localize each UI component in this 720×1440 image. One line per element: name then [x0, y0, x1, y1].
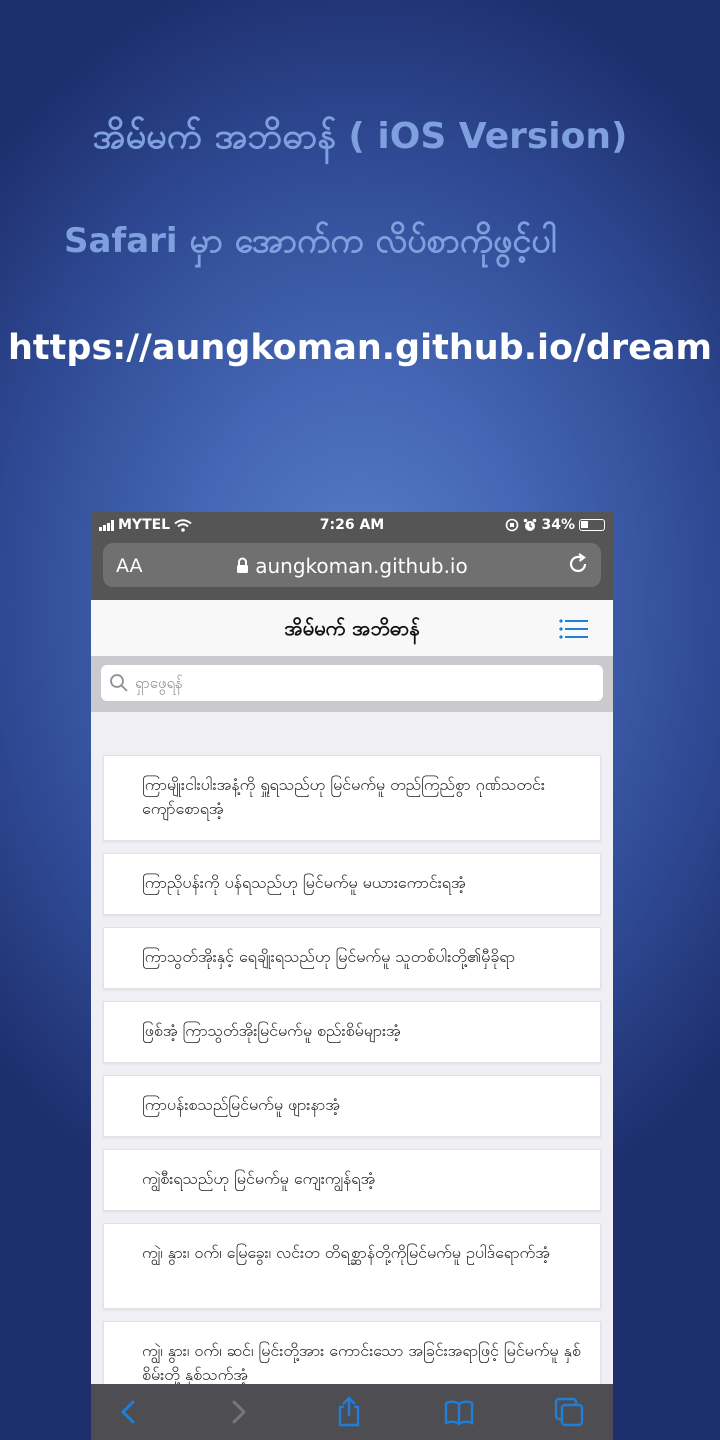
- list-item-text: ကျွဲ၊ နွား၊ ဝက်၊ မြေခွေး၊ လင်းတ တိရစ္ဆာန…: [142, 1243, 550, 1262]
- list-item-text: ကျွဲ၊ နွား၊ ဝက်၊ ဆင်၊ မြင်းတို့အား ကောင်…: [142, 1341, 581, 1384]
- list-item[interactable]: ကြာပန်းစသည်မြင်မက်မူ ဖျားနာအံ့: [103, 1075, 601, 1137]
- orientation-lock-icon: [506, 518, 519, 532]
- address-domain: aungkoman.github.io: [255, 554, 468, 578]
- browser-toolbar: [91, 1384, 613, 1440]
- alarm-icon: [524, 518, 537, 531]
- search-input[interactable]: [135, 671, 575, 695]
- phone-screenshot: MYTEL 7:26 AM 34% AA aungkoman.github.io…: [91, 512, 613, 1440]
- list-item[interactable]: ကျွဲ၊ နွား၊ ဝက်၊ မြေခွေး၊ လင်းတ တိရစ္ဆာန…: [103, 1223, 601, 1309]
- reload-icon[interactable]: [565, 551, 591, 577]
- page-title: အိမ်မက် အဘိဓာန်: [284, 616, 420, 640]
- list-item[interactable]: ကြာညိုပန်းကို ပန်ရသည်ဟု မြင်မက်မူ မယားကေ…: [103, 853, 601, 915]
- promo-url: https://aungkoman.github.io/dream: [8, 328, 712, 368]
- list-item-text: ဖြစ်အံ့ ကြာသွတ်အိုးမြင်မက်မူ စည်းစိမ်မျာ…: [142, 1021, 401, 1040]
- list-item-text: ကြာပန်းစသည်မြင်မက်မူ ဖျားနာအံ့: [142, 1095, 340, 1114]
- search-box[interactable]: [101, 665, 603, 701]
- list-item-text: ကြာညိုပန်းကို ပန်ရသည်ဟု မြင်မက်မူ မယားကေ…: [142, 873, 466, 892]
- forward-icon[interactable]: [222, 1396, 254, 1428]
- share-icon[interactable]: [333, 1396, 365, 1428]
- address-bar[interactable]: AA aungkoman.github.io: [103, 543, 601, 587]
- battery-percent: 34%: [541, 517, 575, 533]
- app-header: အိမ်မက် အဘိဓာန်: [91, 600, 613, 656]
- bookmarks-icon[interactable]: [443, 1396, 475, 1428]
- battery-icon: [579, 519, 605, 531]
- tabs-icon[interactable]: [553, 1396, 585, 1428]
- list-item-text: ကျွဲစီးရသည်ဟု မြင်မက်မူ ကျေးကျွန်ရအံ့: [142, 1169, 376, 1188]
- promo-subtitle: Safari မှာ အောက်က လိပ်စာကိုဖွင့်ပါ: [64, 221, 557, 261]
- search-icon: [110, 674, 128, 692]
- list-item[interactable]: ကျွဲစီးရသည်ဟု မြင်မက်မူ ကျေးကျွန်ရအံ့: [103, 1149, 601, 1211]
- list-item[interactable]: ဖြစ်အံ့ ကြာသွတ်အိုးမြင်မက်မူ စည်းစိမ်မျာ…: [103, 1001, 601, 1063]
- menu-icon[interactable]: [559, 618, 589, 640]
- lock-icon: [237, 557, 249, 573]
- browser-chrome: AA aungkoman.github.io: [91, 538, 613, 600]
- list-item-text: ကြာမျိုးငါးပါးအနံ့ကို ရှူရသည်ဟု မြင်မက်မ…: [142, 775, 545, 818]
- list-item[interactable]: ကြာသွတ်အိုးနှင့် ရေချိုးရသည်ဟု မြင်မက်မူ…: [103, 927, 601, 989]
- promo-title: အိမ်မက် အဘိဓာန် ( iOS Version): [92, 116, 628, 157]
- search-bar: [91, 656, 613, 712]
- list-item[interactable]: ကြာမျိုးငါးပါးအနံ့ကို ရှူရသည်ဟု မြင်မက်မ…: [103, 755, 601, 841]
- list-item-text: ကြာသွတ်အိုးနှင့် ရေချိုးရသည်ဟု မြင်မက်မူ…: [142, 947, 516, 966]
- status-bar: MYTEL 7:26 AM 34%: [91, 512, 613, 538]
- address-text[interactable]: aungkoman.github.io: [103, 554, 601, 578]
- back-icon[interactable]: [113, 1396, 145, 1428]
